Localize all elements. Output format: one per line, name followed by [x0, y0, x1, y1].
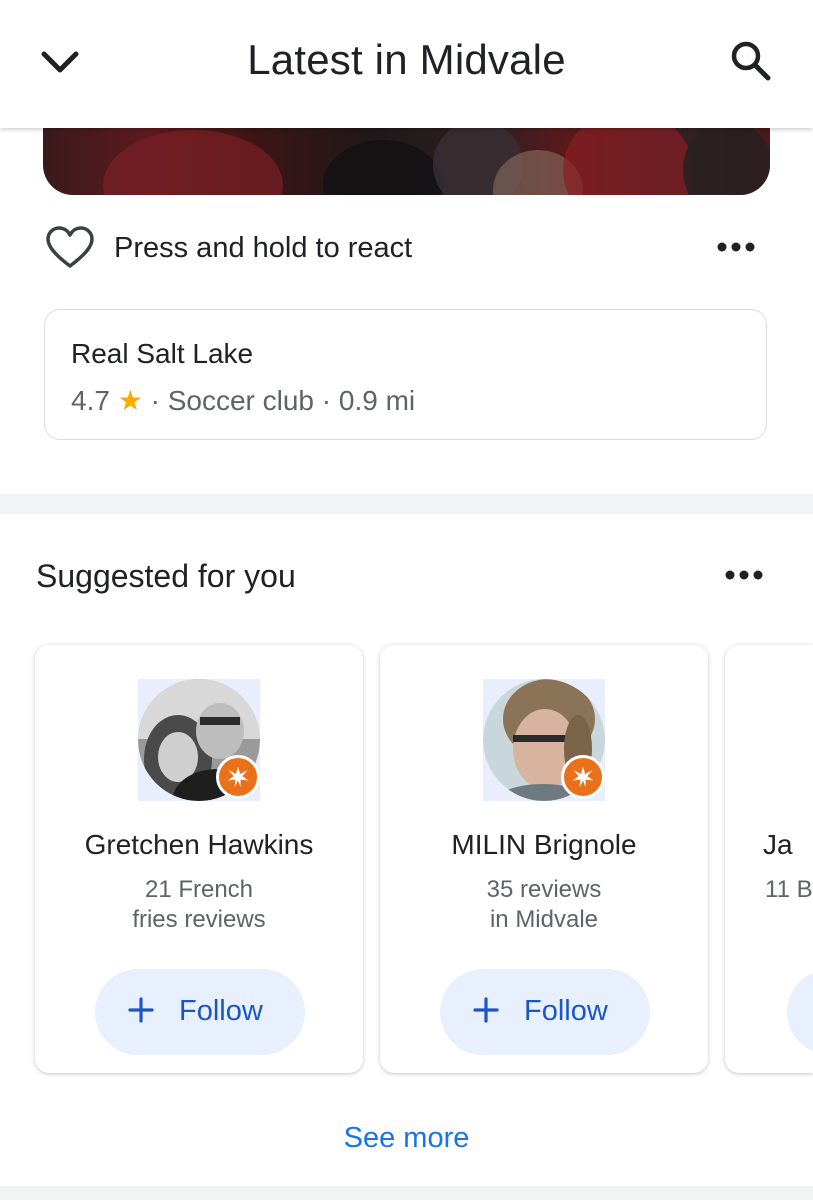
react-label: Press and hold to react — [114, 232, 413, 264]
avatar[interactable] — [138, 679, 260, 801]
person-name: Ja — [763, 829, 793, 860]
search-icon[interactable] — [726, 36, 776, 86]
more-horizontal-icon[interactable] — [716, 232, 756, 262]
follow-button[interactable]: Follow — [440, 969, 650, 1055]
page-title: Latest in Midvale — [247, 36, 566, 83]
local-guide-badge-icon — [561, 755, 605, 799]
plus-icon — [473, 997, 499, 1023]
top-app-bar: Latest in Midvale — [0, 0, 813, 128]
suggested-person-card[interactable]: MILIN Brignole 35 reviews in Midvale Fol… — [380, 645, 708, 1073]
follow-button[interactable] — [787, 969, 813, 1055]
section-divider — [0, 1186, 813, 1200]
section-divider — [0, 494, 813, 514]
place-meta: 4.7 ★ · Soccer club · 0.9 mi — [71, 384, 415, 417]
follow-label: Follow — [524, 995, 608, 1027]
more-horizontal-icon[interactable] — [722, 560, 766, 590]
avatar[interactable] — [483, 679, 605, 801]
place-name: Real Salt Lake — [71, 338, 254, 369]
person-stats-line: in Midvale — [489, 906, 599, 933]
follow-label: Follow — [179, 995, 263, 1027]
place-card[interactable]: Real Salt Lake 4.7 ★ · Soccer club · 0.9… — [44, 309, 767, 440]
person-stats-line: fries reviews — [132, 906, 266, 933]
suggested-person-card[interactable]: Gretchen Hawkins 21 French fries reviews… — [35, 645, 363, 1073]
suggested-person-card[interactable]: Ja 11 B — [725, 645, 813, 1073]
person-stats: 21 French fries reviews — [35, 875, 363, 935]
heart-outline-icon[interactable] — [46, 226, 94, 270]
person-name: Gretchen Hawkins — [84, 829, 314, 860]
person-name: MILIN Brignole — [451, 829, 637, 860]
person-stats: 11 B — [765, 875, 813, 905]
follow-button[interactable]: Follow — [95, 969, 305, 1055]
star-icon: ★ — [117, 385, 143, 416]
see-more-link[interactable]: See more — [0, 1122, 813, 1155]
place-details: · Soccer club · 0.9 mi — [150, 385, 416, 416]
section-title: Suggested for you — [36, 558, 296, 594]
place-rating: 4.7 — [71, 385, 110, 416]
react-row[interactable]: Press and hold to react — [46, 222, 766, 276]
person-stats-line: 21 French — [144, 876, 254, 903]
person-stats-line: 11 B — [765, 876, 813, 903]
person-stats-line: 35 reviews — [486, 876, 602, 903]
plus-icon — [128, 997, 154, 1023]
person-stats: 35 reviews in Midvale — [380, 875, 708, 935]
local-guide-badge-icon — [216, 755, 260, 799]
